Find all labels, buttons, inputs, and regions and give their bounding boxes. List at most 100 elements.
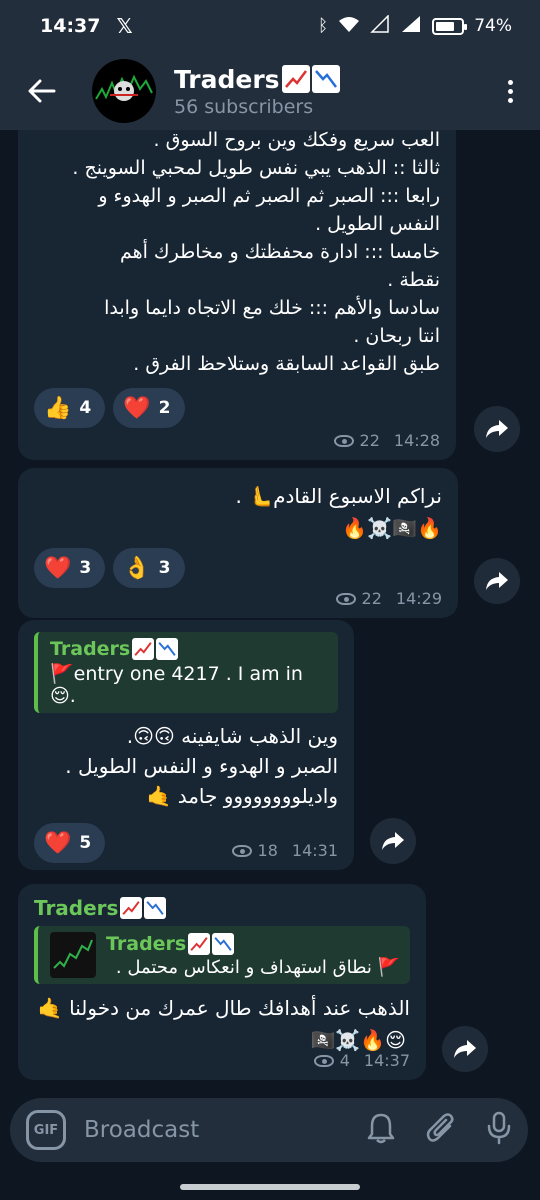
channel-avatar[interactable] [92,59,156,123]
broadcast-bar: GIF Broadcast [10,1098,528,1162]
heart-icon: ❤️ [44,830,72,856]
message-line: النفس الطويل . [315,213,440,235]
chart-down-icon [311,65,340,93]
message-time: 14:37 [363,1051,410,1070]
thumbs-up-icon: 👍 [44,395,72,421]
reply-quote-name: Traders [50,638,131,660]
message-text: نراكم الاسبوع القادم🫷 . 🔥🏴‍☠️☠️🔥 [34,480,443,544]
home-indicator[interactable] [180,1184,360,1190]
reaction-count: 2 [158,398,171,418]
status-icons: ᛒ 74% [318,13,512,38]
gif-button[interactable]: GIF [26,1110,66,1150]
reaction-count: 3 [158,558,171,578]
message-sender-name: Traders [34,896,119,920]
chat-area[interactable]: العب سريع وفكك وين بروح السوق . ثالثا ::… [0,130,540,1090]
subscriber-count: 56 subscribers [174,95,314,118]
view-count: 18 [257,841,278,860]
message-time: 14:31 [291,841,338,860]
message-bubble[interactable]: Traders Traders 🚩 نطاق استهداف و انعكاس … [18,884,426,1080]
message-bubble[interactable]: العب سريع وفكك وين بروح السوق . ثالثا ::… [18,130,456,460]
reply-quote-sender: Traders [106,932,400,955]
views-icon [231,844,252,857]
forward-button[interactable] [370,818,416,864]
message-line: ثالثا :: الذهب يبي نفس طويل لمحبي السوين… [72,157,440,179]
views-icon [333,434,354,447]
message-meta: 4 14:37 [313,1051,410,1070]
reactions: ❤️ 3 👌 3 [34,548,442,588]
view-count: 4 [339,1051,350,1070]
message-line: 🔥🏴‍☠️☠️🔥 [342,516,442,540]
more-menu-icon[interactable] [500,79,520,103]
bell-icon[interactable] [366,1112,396,1148]
forward-button[interactable] [474,558,520,604]
reaction-thumbs-up[interactable]: 👍 4 [34,388,106,428]
reaction-heart[interactable]: ❤️ 3 [34,548,106,588]
forward-button[interactable] [474,406,520,452]
wifi-icon [338,15,360,38]
reply-quote-text: 🚩 نطاق استهداف و انعكاس محتمل . [115,956,400,978]
reply-quote[interactable]: Traders 🚩 نطاق استهداف و انعكاس محتمل . [34,926,410,984]
chart-down-icon [144,897,167,919]
chart-up-icon [281,65,310,93]
attach-icon[interactable] [426,1112,456,1148]
heart-icon: ❤️ [123,395,151,421]
message-text: الذهب عند أهدافك طال عمرك من دخولنا 🤙 😌🔥… [34,992,410,1056]
message-line: واديلوووووووو جامد 🤙 [146,784,338,808]
status-time: 14:37 [40,15,101,37]
reaction-count: 3 [79,558,92,578]
status-bar: 14:37 𝕏 ᛒ 74% [0,0,540,52]
channel-title-text: Traders [174,64,280,94]
reaction-heart[interactable]: ❤️ 2 [113,388,185,428]
chat-header: Traders 56 subscribers [0,52,540,130]
battery-icon [432,17,468,35]
message-bubble[interactable]: Traders 🚩entry one 4217 . I am in 😌. وين… [18,620,354,870]
chart-up-icon [188,932,211,955]
view-count: 22 [361,589,382,608]
reply-thumbnail [50,932,96,978]
x-logo-icon: 𝕏 [116,14,133,38]
reply-quote-text: 🚩entry one 4217 . I am in 😌. [50,663,303,707]
signal-off-icon [370,13,390,38]
message-line: الذهب عند أهدافك طال عمرك من دخولنا 🤙 [37,996,410,1020]
message-line: الصبر و الهدوء و النفس الطويل . [65,754,338,778]
chart-down-icon [212,932,235,955]
message-line: سادسا والأهم ::: خلك مع الاتجاه دايما وا… [104,297,440,319]
message-sender[interactable]: Traders [34,896,410,920]
reply-quote-name: Traders [106,932,187,955]
message-time: 14:28 [393,431,440,450]
message-line: نقطة . [387,269,440,291]
message-line: طبق القواعد السابقة وستلاحظ الفرق . [133,353,440,375]
message-line: وين الذهب شايفينه 🙃🙃. [126,724,338,748]
channel-title[interactable]: Traders [174,65,340,94]
bluetooth-icon: ᛒ [318,16,329,36]
microphone-icon[interactable] [486,1111,512,1149]
message-line: انتا ربحان . [353,325,440,347]
signal-icon [400,15,422,38]
message-text: وين الذهب شايفينه 🙃🙃. الصبر و الهدوء و ا… [34,721,338,811]
reply-quote[interactable]: Traders 🚩entry one 4217 . I am in 😌. [34,632,338,713]
broadcast-input[interactable]: Broadcast [84,1117,199,1143]
message-line: رابعا ::: الصبر ثم الصبر ثم الصبر و الهد… [98,185,440,207]
message-text: العب سريع وفكك وين بروح السوق . ثالثا ::… [34,130,440,378]
reaction-heart[interactable]: ❤️ 5 [34,823,106,863]
reactions: 👍 4 ❤️ 2 [34,388,440,428]
message-line: العب سريع وفكك وين بروح السوق . [153,130,440,151]
views-icon [335,592,356,605]
message-meta: 22 14:29 [335,589,442,608]
message-time: 14:29 [395,589,442,608]
message-line: خامسا ::: ادارة محفظتك و مخاطرك أهم [119,241,440,263]
message-meta: 18 14:31 [231,841,338,860]
view-count: 22 [359,431,380,450]
back-arrow-icon[interactable] [24,73,60,109]
message-bubble[interactable]: نراكم الاسبوع القادم🫷 . 🔥🏴‍☠️☠️🔥 ❤️ 3 👌 … [18,468,458,618]
reaction-ok-hand[interactable]: 👌 3 [113,548,185,588]
reaction-count: 4 [79,398,92,418]
ok-hand-icon: 👌 [123,555,151,581]
reaction-count: 5 [79,833,92,853]
reply-quote-sender: Traders [50,638,328,660]
forward-button[interactable] [442,1026,488,1072]
heart-icon: ❤️ [44,555,72,581]
battery-percent: 74% [474,16,512,36]
views-icon [313,1054,334,1067]
message-meta: 22 14:28 [333,431,440,450]
